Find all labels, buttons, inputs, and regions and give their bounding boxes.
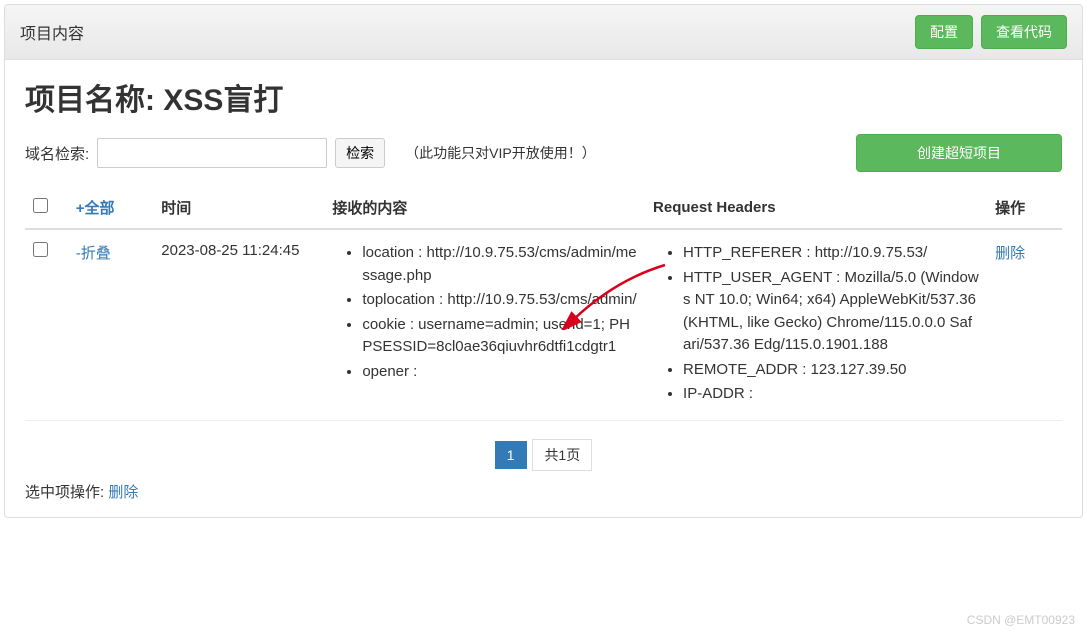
col-toggle: +全部 [68,187,154,229]
bulk-delete-link[interactable]: 删除 [108,484,138,501]
content-item: location : http://10.9.75.53/cms/admin/m… [362,242,637,287]
search-label: 域名检索: [25,143,89,164]
footer-label: 选中项操作: [25,484,104,501]
content-item: toplocation : http://10.9.75.53/cms/admi… [362,289,637,312]
main-panel: 项目内容 配置 查看代码 项目名称: XSS盲打 域名检索: 检索 （此功能只对… [4,4,1083,518]
col-content-header: 接收的内容 [324,187,645,229]
view-code-button[interactable]: 查看代码 [981,15,1067,49]
expand-all-link[interactable]: +全部 [76,200,115,217]
header-item: HTTP_USER_AGENT : Mozilla/5.0 (Windows N… [683,267,979,357]
col-request-header: Request Headers [645,187,987,229]
col-checkbox [25,187,68,229]
vip-note: （此功能只对VIP开放使用！） [405,143,596,163]
table-row: -折叠 2023-08-25 11:24:45 location : http:… [25,229,1062,420]
content-item: cookie : username=admin; userid=1; PHPSE… [362,314,637,359]
select-all-checkbox[interactable] [33,198,48,213]
panel-body: 项目名称: XSS盲打 域名检索: 检索 （此功能只对VIP开放使用！） 创建超… [5,60,1082,517]
header-item: REMOTE_ADDR : 123.127.39.50 [683,359,979,382]
content-item: opener : [362,361,637,384]
pagination: 1 共1页 [25,439,1062,471]
panel-header: 项目内容 配置 查看代码 [5,5,1082,60]
header-item: IP-ADDR : [683,383,979,406]
project-name: 项目名称: XSS盲打 [25,75,1062,119]
collapse-link[interactable]: -折叠 [76,245,111,262]
search-row: 域名检索: 检索 （此功能只对VIP开放使用！） 创建超短项目 [25,134,1062,172]
create-short-project-button[interactable]: 创建超短项目 [856,134,1062,172]
page-1-button[interactable]: 1 [495,441,527,469]
row-time: 2023-08-25 11:24:45 [153,229,324,420]
delete-row-link[interactable]: 删除 [995,245,1025,262]
col-time-header: 时间 [153,187,324,229]
page-total-label: 共1页 [532,439,592,471]
row-checkbox[interactable] [33,242,48,257]
search-button[interactable]: 检索 [335,138,385,168]
panel-title: 项目内容 [20,20,84,44]
header-buttons: 配置 查看代码 [915,15,1067,49]
config-button[interactable]: 配置 [915,15,973,49]
results-table: +全部 时间 接收的内容 Request Headers 操作 -折叠 20 [25,187,1062,421]
row-content: location : http://10.9.75.53/cms/admin/m… [324,229,645,420]
header-item: HTTP_REFERER : http://10.9.75.53/ [683,242,979,265]
watermark: CSDN @EMT00923 [967,613,1075,627]
domain-search-input[interactable] [97,138,327,168]
col-action-header: 操作 [987,187,1062,229]
footer-actions: 选中项操作: 删除 [25,481,1062,502]
row-headers: HTTP_REFERER : http://10.9.75.53/HTTP_US… [645,229,987,420]
